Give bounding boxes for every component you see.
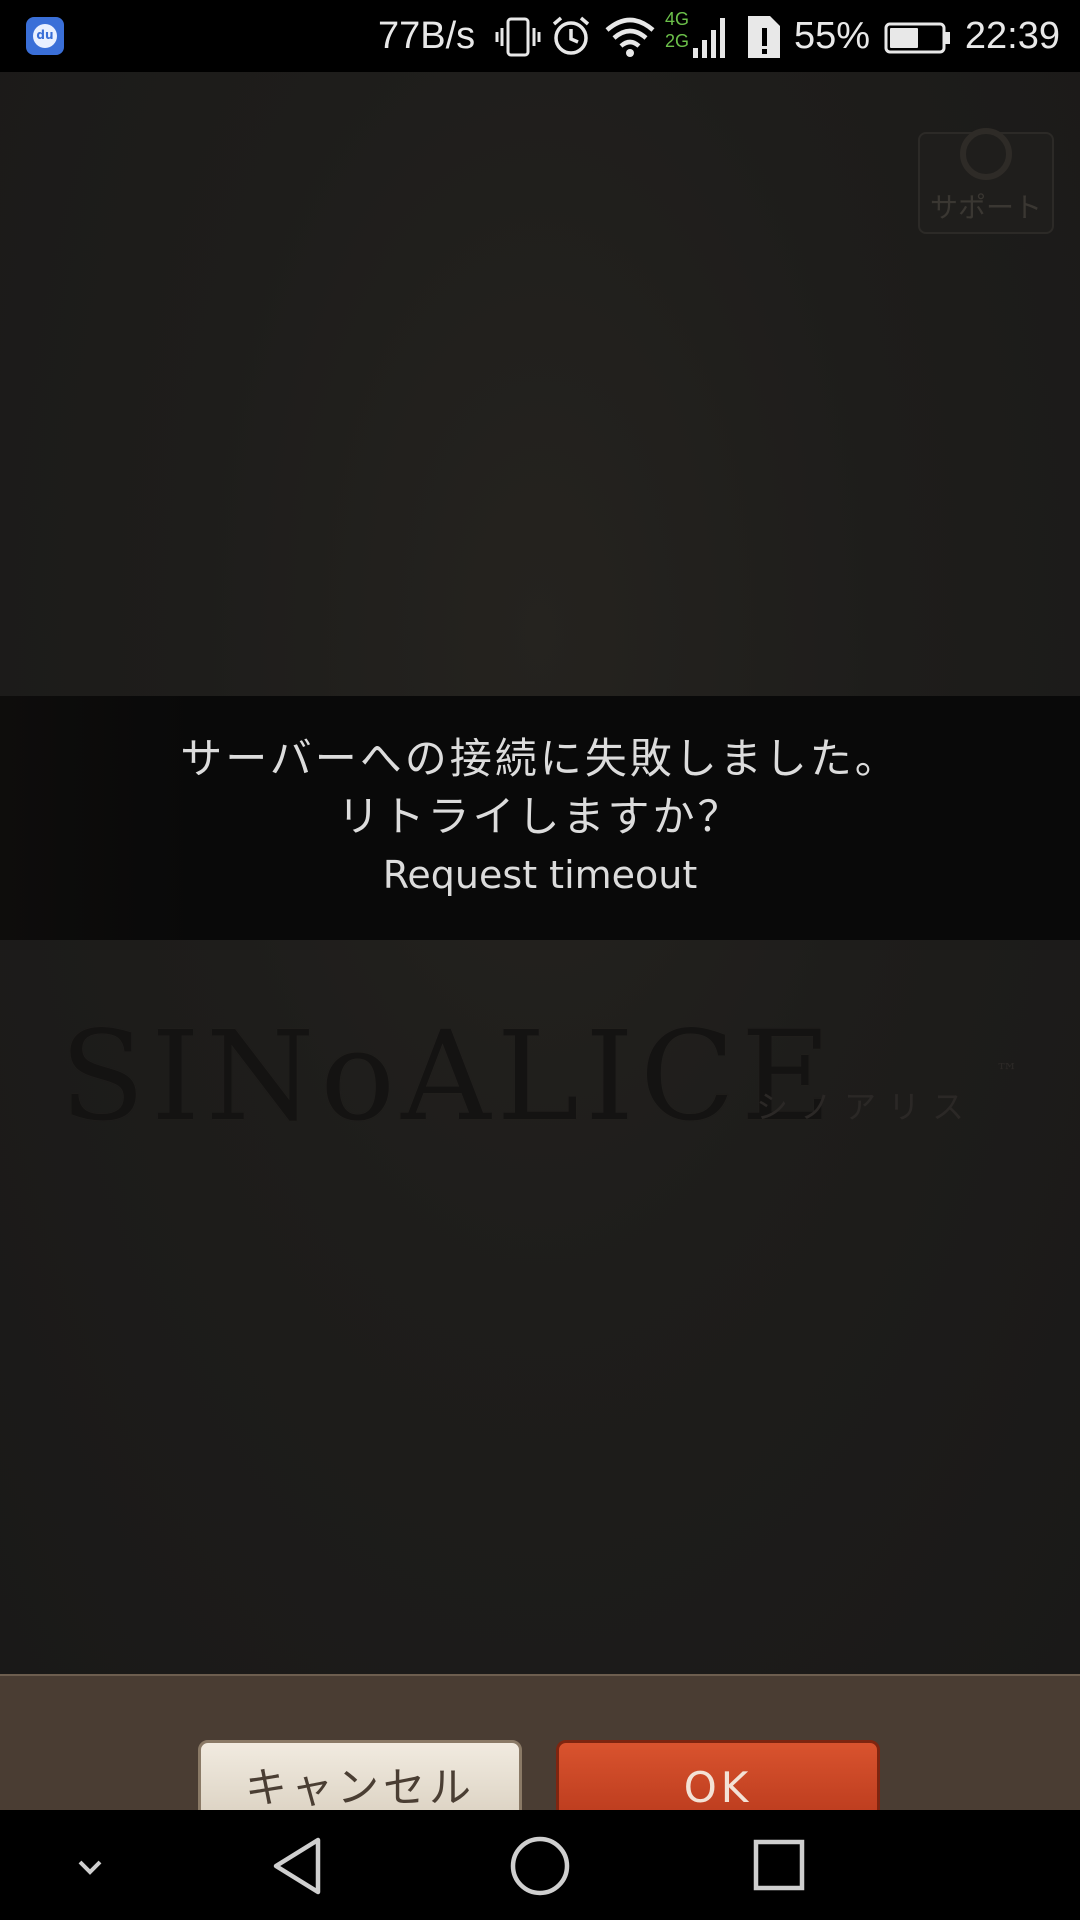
clock: 22:39 — [964, 15, 1060, 57]
home-icon[interactable] — [500, 1830, 580, 1902]
recents-icon[interactable] — [740, 1830, 820, 1902]
sim-alert-icon — [748, 16, 780, 58]
game-logo: SINoALICE ™ シノアリス — [60, 1012, 1020, 1142]
battery-percent: 55% — [794, 15, 871, 57]
wifi-icon — [605, 17, 655, 57]
navigation-bar — [0, 1810, 1080, 1920]
vibrate-icon — [495, 17, 541, 57]
dialog-error-detail: Request timeout — [382, 853, 698, 897]
app-icon-text: du — [36, 28, 54, 42]
alarm-icon — [552, 16, 590, 55]
network-2g: 2G — [665, 31, 690, 51]
back-icon[interactable] — [260, 1830, 340, 1902]
support-icon — [960, 128, 1012, 180]
network-4g: 4G — [665, 9, 690, 29]
logo-subtitle: シノアリス — [756, 1088, 977, 1126]
dialog-message-line2: リトライしますか？ — [337, 792, 743, 841]
button-tray: キャンセル OK — [0, 1674, 1080, 1810]
support-label: サポート — [929, 191, 1042, 224]
cancel-button[interactable]: キャンセル — [198, 1740, 522, 1810]
screen: du 77B/s 4G 2G 55% 22:39 サポート SINoALICE … — [0, 0, 1080, 1920]
net-speed: 77B/s — [378, 15, 476, 57]
status-bar: du 77B/s 4G 2G 55% 22:39 — [0, 0, 1080, 72]
logo-text: SINoALICE — [60, 1005, 838, 1149]
ok-button[interactable]: OK — [556, 1740, 880, 1810]
support-button[interactable]: サポート — [918, 128, 1054, 234]
battery-icon — [884, 22, 950, 54]
logo-trademark: ™ — [996, 1060, 1018, 1085]
error-dialog: サーバーへの接続に失敗しました。 リトライしますか？ Request timeo… — [0, 696, 1080, 940]
signal-icon — [693, 18, 725, 58]
network-type: 4G 2G — [665, 8, 695, 52]
dialog-message-line1: サーバーへの接続に失敗しました。 — [180, 734, 900, 783]
baidu-icon: du — [26, 17, 64, 55]
hide-icon[interactable] — [50, 1830, 130, 1902]
